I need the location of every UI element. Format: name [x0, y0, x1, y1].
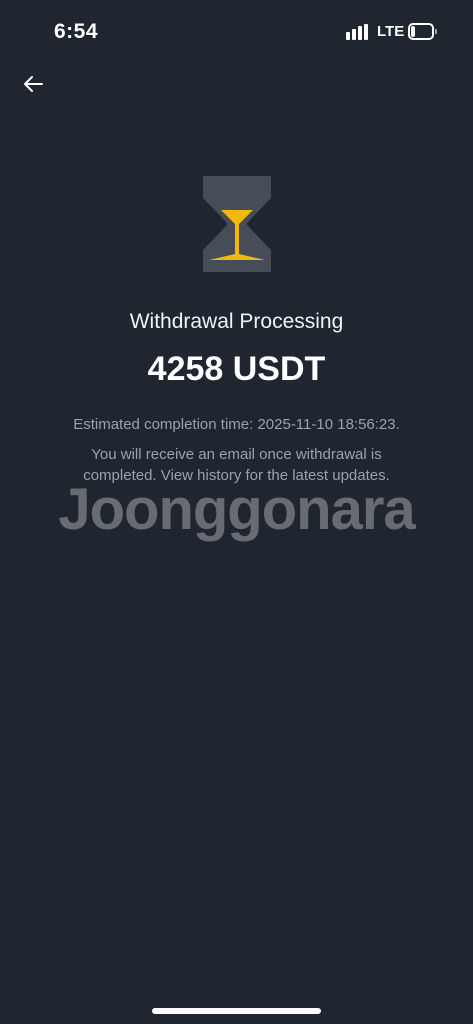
- back-button[interactable]: [16, 68, 50, 100]
- watermark: Joonggonara: [58, 477, 415, 542]
- arrow-left-icon: [24, 76, 43, 92]
- cellular-signal-icon: [346, 24, 370, 40]
- withdrawal-screen: 6:54 LTE Withdrawal Processing 4258 USDT…: [0, 0, 473, 1024]
- home-indicator[interactable]: [152, 1008, 321, 1014]
- battery-level: [411, 26, 415, 37]
- info-note: You will receive an email once withdrawa…: [83, 446, 390, 484]
- battery-icon: [408, 23, 437, 40]
- network-type: LTE: [377, 23, 405, 40]
- page-title: Withdrawal Processing: [129, 310, 344, 333]
- hourglass-icon: [203, 176, 271, 272]
- withdrawal-amount: 4258 USDT: [147, 350, 326, 388]
- status-time: 6:54: [54, 20, 99, 43]
- status-bar: 6:54 LTE: [0, 0, 473, 62]
- estimated-completion-time: Estimated completion time: 2025-11-10 18…: [73, 416, 400, 433]
